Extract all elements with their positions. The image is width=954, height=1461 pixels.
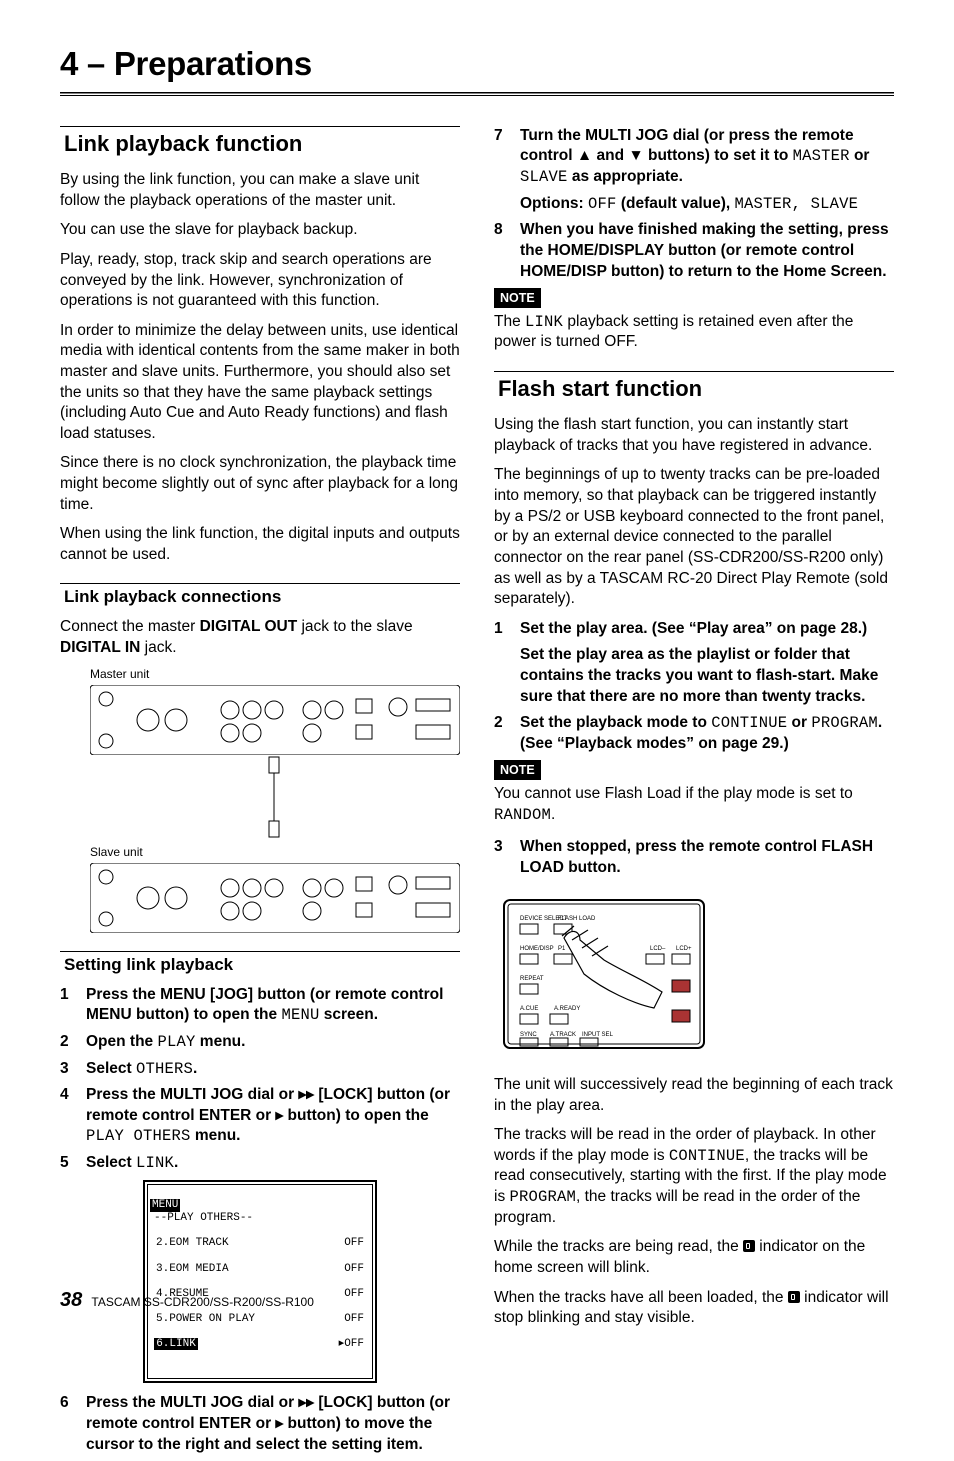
note-text: You cannot use Flash Load if the play mo…	[494, 784, 894, 825]
step-number: 5	[60, 1153, 86, 1174]
menu-screenshot: MENU --PLAY OTHERS-- 2.EOM TRACKOFF 3.EO…	[143, 1180, 377, 1384]
svg-text:REPEAT: REPEAT	[520, 976, 544, 982]
svg-text:A.READY: A.READY	[554, 1006, 580, 1012]
section-flash-start: Flash start function	[498, 374, 894, 403]
body-text: While the tracks are being read, the ind…	[494, 1237, 894, 1278]
step-text: Set the play area. (See “Play area” on p…	[520, 619, 894, 707]
step-text: When you have finished making the settin…	[520, 220, 894, 282]
svg-text:SYNC: SYNC	[520, 1032, 537, 1038]
svg-text:A.CUE: A.CUE	[520, 1006, 538, 1012]
step-text: When stopped, press the remote control F…	[520, 837, 894, 878]
note-label: NOTE	[494, 288, 541, 308]
step-text: Select OTHERS.	[86, 1059, 460, 1080]
page-number: 38	[60, 1289, 82, 1311]
step-number: 3	[60, 1059, 86, 1080]
step-text: Set the playback mode to CONTINUE or PRO…	[520, 713, 894, 754]
step-number: 4	[60, 1085, 86, 1147]
step-number: 3	[494, 837, 520, 878]
svg-text:A.TRACK: A.TRACK	[550, 1032, 576, 1038]
body-text: You can use the slave for playback backu…	[60, 220, 460, 241]
step-number: 2	[60, 1032, 86, 1053]
step-number: 8	[494, 220, 520, 282]
note-text: The LINK playback setting is retained ev…	[494, 312, 894, 353]
step-text: Press the MULTI JOG dial or ▸▸ [LOCK] bu…	[86, 1393, 460, 1455]
remote-control-diagram: DEVICE SELECT FLASH LOAD HOME/DISP P1 LC…	[494, 894, 714, 1054]
step-number: 2	[494, 713, 520, 754]
svg-text:P1: P1	[558, 946, 566, 952]
page-footer: 38 TASCAM SS-CDR200/SS-R200/SS-R100	[60, 1287, 314, 1314]
svg-text:LCD+: LCD+	[676, 946, 692, 952]
body-text: Connect the master DIGITAL OUT jack to t…	[60, 617, 460, 658]
body-text: When the tracks have all been loaded, th…	[494, 1288, 894, 1329]
subsection-setting-link: Setting link playback	[60, 951, 460, 977]
note-label: NOTE	[494, 760, 541, 780]
body-text: By using the link function, you can make…	[60, 170, 460, 211]
step-text: Open the PLAY menu.	[86, 1032, 460, 1053]
body-text: Since there is no clock synchronization,…	[60, 453, 460, 515]
svg-text:LCD–: LCD–	[650, 946, 666, 952]
body-text: The beginnings of up to twenty tracks ca…	[494, 465, 894, 609]
step-number: 6	[60, 1393, 86, 1455]
caption-master: Master unit	[90, 667, 460, 683]
svg-text:INPUT SEL: INPUT SEL	[582, 1032, 614, 1038]
section-rule	[60, 126, 460, 127]
subsection-connections: Link playback connections	[60, 583, 460, 609]
rear-panel-slave-diagram	[90, 863, 460, 933]
body-text: The tracks will be read in the order of …	[494, 1125, 894, 1228]
rear-panel-master-diagram	[90, 685, 460, 755]
step-text: Select LINK.	[86, 1153, 460, 1174]
svg-text:FLASH LOAD: FLASH LOAD	[558, 916, 596, 922]
step-text: Press the MENU [JOG] button (or remote c…	[86, 985, 460, 1026]
step-text: Turn the MULTI JOG dial (or press the re…	[520, 126, 894, 214]
section-rule	[494, 371, 894, 372]
body-text: When using the link function, the digita…	[60, 524, 460, 565]
cable-diagram	[90, 755, 460, 839]
section-link-playback: Link playback function	[64, 129, 460, 158]
chapter-rule	[60, 92, 894, 96]
flash-indicator-icon	[788, 1291, 800, 1303]
chapter-title: 4 – Preparations	[60, 42, 894, 86]
step-number: 7	[494, 126, 520, 214]
step-number: 1	[60, 985, 86, 1026]
step-text: Press the MULTI JOG dial or ▸▸ [LOCK] bu…	[86, 1085, 460, 1147]
svg-text:HOME/DISP: HOME/DISP	[520, 946, 554, 952]
caption-slave: Slave unit	[90, 845, 460, 861]
body-text: Play, ready, stop, track skip and search…	[60, 250, 460, 312]
flash-indicator-icon	[743, 1240, 755, 1252]
body-text: The unit will successively read the begi…	[494, 1075, 894, 1116]
body-text: In order to minimize the delay between u…	[60, 321, 460, 445]
body-text: Using the flash start function, you can …	[494, 415, 894, 456]
step-number: 1	[494, 619, 520, 707]
footer-model: TASCAM SS-CDR200/SS-R200/SS-R100	[91, 1295, 314, 1309]
